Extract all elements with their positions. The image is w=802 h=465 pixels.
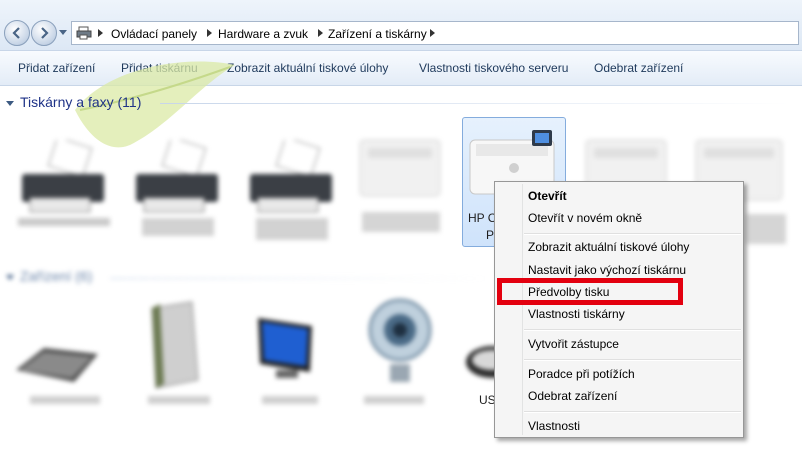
menu-item-properties[interactable]: Vlastnosti [528, 419, 580, 433]
monitor-icon[interactable] [254, 316, 318, 386]
menu-item-remove-device[interactable]: Odebrat zařízení [528, 389, 617, 403]
group-divider [110, 278, 490, 279]
device-label [148, 396, 210, 404]
breadcrumb-hardware-sound[interactable]: Hardware a zvuk [218, 27, 308, 41]
selected-printer-label-line2: P [486, 228, 495, 242]
menu-item-see-print-jobs[interactable]: Zobrazit aktuální tiskové úlohy [528, 240, 689, 254]
breadcrumb-devices-printers[interactable]: Zařízení a tiskárny [328, 27, 427, 41]
menu-separator [524, 359, 741, 361]
laser-printer-icon[interactable] [354, 130, 446, 210]
menu-item-troubleshoot[interactable]: Poradce při potížích [528, 367, 635, 381]
device-label [30, 396, 100, 404]
menu-separator [524, 329, 741, 331]
menu-gutter [522, 184, 523, 435]
printer-label [256, 218, 328, 240]
device-label [262, 396, 318, 404]
printer-folder-icon [76, 26, 92, 40]
see-print-jobs-button[interactable]: Zobrazit aktuální tiskové úlohy [227, 61, 388, 75]
keyboard-icon[interactable] [14, 340, 100, 390]
printer-icon[interactable] [132, 140, 224, 220]
printers-group-header[interactable]: Tiskárny a faxy (11) [6, 94, 141, 110]
breadcrumb-control-panel[interactable]: Ovládací panely [111, 27, 197, 41]
menu-item-create-shortcut[interactable]: Vytvořit zástupce [528, 337, 619, 351]
printer-label [142, 218, 214, 236]
printer-icon[interactable] [246, 140, 338, 220]
back-button[interactable] [4, 20, 30, 46]
breadcrumb-separator-icon[interactable] [207, 29, 213, 37]
device-label [364, 396, 424, 404]
highlight-annotation-box [497, 278, 683, 305]
menu-item-printer-properties[interactable]: Vlastnosti tiskárny [528, 307, 625, 321]
printer-label [746, 214, 786, 244]
collapse-triangle-icon [6, 100, 14, 106]
group-divider [160, 103, 790, 104]
menu-item-open-new-window[interactable]: Otevřít v novém okně [528, 211, 642, 225]
computer-tower-icon[interactable] [140, 300, 210, 390]
devices-group-header[interactable]: Zařízení (6) [6, 268, 92, 284]
address-bar-area: Ovládací panely Hardware a zvuk Zařízení… [0, 0, 802, 50]
menu-item-open[interactable]: Otevřít [528, 189, 567, 203]
selected-printer-label: HP C [468, 211, 497, 225]
forward-button[interactable] [31, 20, 57, 46]
recent-pages-chevron-icon[interactable] [59, 30, 67, 36]
menu-item-set-default-printer[interactable]: Nastavit jako výchozí tiskárnu [528, 263, 686, 277]
print-server-properties-button[interactable]: Vlastnosti tiskového serveru [419, 61, 568, 75]
printer-icon[interactable] [18, 140, 110, 220]
breadcrumb-separator-icon[interactable] [318, 29, 324, 37]
menu-separator [524, 411, 741, 413]
arrow-right-icon [41, 27, 49, 39]
arrow-left-icon [12, 27, 20, 39]
breadcrumb-separator-icon[interactable] [430, 29, 436, 37]
remove-device-button[interactable]: Odebrat zařízení [594, 61, 683, 75]
printer-label [362, 212, 440, 232]
context-menu: Otevřít Otevřít v novém okně Zobrazit ak… [494, 181, 744, 438]
webcam-icon[interactable] [364, 296, 436, 386]
collapse-triangle-icon [6, 274, 14, 280]
breadcrumb-separator-icon[interactable] [98, 29, 104, 37]
menu-separator [524, 233, 741, 235]
address-box[interactable]: Ovládací panely Hardware a zvuk Zařízení… [71, 21, 799, 45]
printer-label [18, 218, 110, 226]
